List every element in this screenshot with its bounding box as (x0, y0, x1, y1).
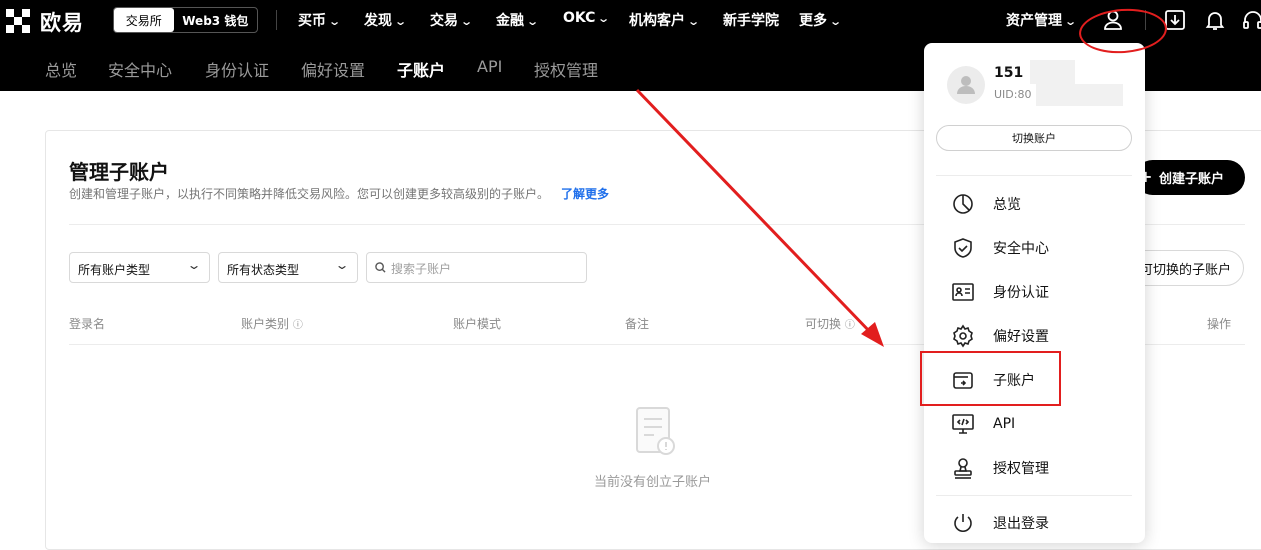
annotation-arrow-icon (635, 88, 884, 347)
